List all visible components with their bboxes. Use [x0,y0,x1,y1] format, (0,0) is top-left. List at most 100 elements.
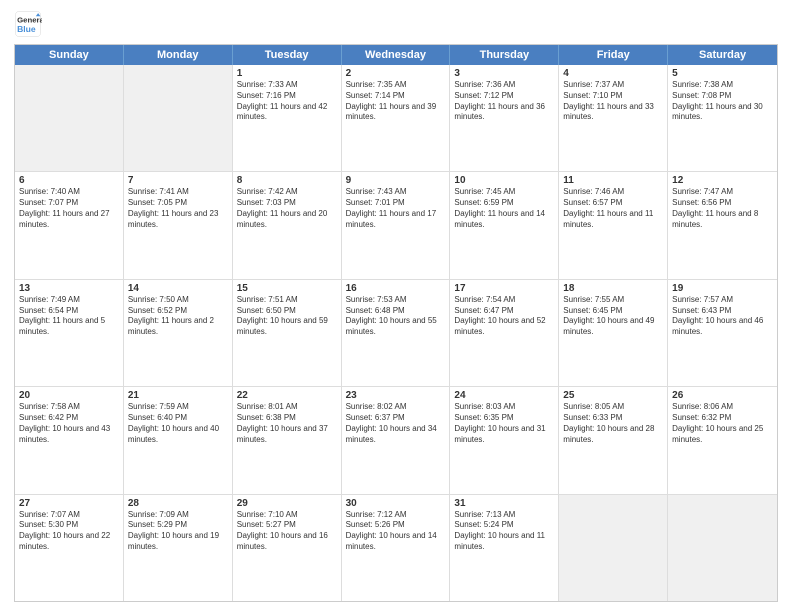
day-number: 3 [454,68,554,79]
header-cell-wednesday: Wednesday [342,45,451,65]
calendar-cell: 15Sunrise: 7:51 AMSunset: 6:50 PMDayligh… [233,280,342,386]
day-info: Sunrise: 7:12 AMSunset: 5:26 PMDaylight:… [346,510,446,553]
calendar-cell: 10Sunrise: 7:45 AMSunset: 6:59 PMDayligh… [450,172,559,278]
day-info: Sunrise: 7:41 AMSunset: 7:05 PMDaylight:… [128,187,228,230]
svg-text:Blue: Blue [17,24,36,34]
calendar-row: 6Sunrise: 7:40 AMSunset: 7:07 PMDaylight… [15,172,777,279]
header-cell-friday: Friday [559,45,668,65]
day-info: Sunrise: 7:38 AMSunset: 7:08 PMDaylight:… [672,80,773,123]
day-number: 12 [672,175,773,186]
day-info: Sunrise: 7:46 AMSunset: 6:57 PMDaylight:… [563,187,663,230]
day-info: Sunrise: 7:42 AMSunset: 7:03 PMDaylight:… [237,187,337,230]
day-info: Sunrise: 7:59 AMSunset: 6:40 PMDaylight:… [128,402,228,445]
day-number: 6 [19,175,119,186]
day-info: Sunrise: 7:53 AMSunset: 6:48 PMDaylight:… [346,295,446,338]
calendar-cell: 1Sunrise: 7:33 AMSunset: 7:16 PMDaylight… [233,65,342,171]
day-number: 10 [454,175,554,186]
calendar-row: 13Sunrise: 7:49 AMSunset: 6:54 PMDayligh… [15,280,777,387]
calendar-body: 1Sunrise: 7:33 AMSunset: 7:16 PMDaylight… [15,65,777,601]
day-number: 14 [128,283,228,294]
day-info: Sunrise: 8:03 AMSunset: 6:35 PMDaylight:… [454,402,554,445]
day-number: 18 [563,283,663,294]
calendar-cell: 18Sunrise: 7:55 AMSunset: 6:45 PMDayligh… [559,280,668,386]
calendar-cell: 26Sunrise: 8:06 AMSunset: 6:32 PMDayligh… [668,387,777,493]
day-info: Sunrise: 7:35 AMSunset: 7:14 PMDaylight:… [346,80,446,123]
calendar-cell: 4Sunrise: 7:37 AMSunset: 7:10 PMDaylight… [559,65,668,171]
day-number: 25 [563,390,663,401]
day-number: 30 [346,498,446,509]
day-info: Sunrise: 7:55 AMSunset: 6:45 PMDaylight:… [563,295,663,338]
calendar-cell: 30Sunrise: 7:12 AMSunset: 5:26 PMDayligh… [342,495,451,601]
day-number: 19 [672,283,773,294]
day-info: Sunrise: 7:37 AMSunset: 7:10 PMDaylight:… [563,80,663,123]
day-number: 20 [19,390,119,401]
calendar: SundayMondayTuesdayWednesdayThursdayFrid… [14,44,778,602]
day-info: Sunrise: 7:58 AMSunset: 6:42 PMDaylight:… [19,402,119,445]
day-info: Sunrise: 8:06 AMSunset: 6:32 PMDaylight:… [672,402,773,445]
day-info: Sunrise: 7:36 AMSunset: 7:12 PMDaylight:… [454,80,554,123]
day-number: 26 [672,390,773,401]
page: General Blue SundayMondayTuesdayWednesda… [0,0,792,612]
day-number: 28 [128,498,228,509]
day-number: 9 [346,175,446,186]
calendar-cell: 9Sunrise: 7:43 AMSunset: 7:01 PMDaylight… [342,172,451,278]
day-number: 27 [19,498,119,509]
day-number: 16 [346,283,446,294]
day-info: Sunrise: 7:33 AMSunset: 7:16 PMDaylight:… [237,80,337,123]
day-info: Sunrise: 7:50 AMSunset: 6:52 PMDaylight:… [128,295,228,338]
logo-icon: General Blue [14,10,42,38]
calendar-cell: 23Sunrise: 8:02 AMSunset: 6:37 PMDayligh… [342,387,451,493]
calendar-cell [124,65,233,171]
calendar-cell: 19Sunrise: 7:57 AMSunset: 6:43 PMDayligh… [668,280,777,386]
day-number: 15 [237,283,337,294]
calendar-cell: 5Sunrise: 7:38 AMSunset: 7:08 PMDaylight… [668,65,777,171]
day-number: 7 [128,175,228,186]
day-info: Sunrise: 7:54 AMSunset: 6:47 PMDaylight:… [454,295,554,338]
calendar-cell: 11Sunrise: 7:46 AMSunset: 6:57 PMDayligh… [559,172,668,278]
calendar-row: 1Sunrise: 7:33 AMSunset: 7:16 PMDaylight… [15,65,777,172]
calendar-cell: 21Sunrise: 7:59 AMSunset: 6:40 PMDayligh… [124,387,233,493]
day-number: 29 [237,498,337,509]
day-info: Sunrise: 8:01 AMSunset: 6:38 PMDaylight:… [237,402,337,445]
calendar-cell: 25Sunrise: 8:05 AMSunset: 6:33 PMDayligh… [559,387,668,493]
calendar-cell: 3Sunrise: 7:36 AMSunset: 7:12 PMDaylight… [450,65,559,171]
calendar-cell: 17Sunrise: 7:54 AMSunset: 6:47 PMDayligh… [450,280,559,386]
header: General Blue [14,10,778,38]
day-info: Sunrise: 7:07 AMSunset: 5:30 PMDaylight:… [19,510,119,553]
calendar-row: 20Sunrise: 7:58 AMSunset: 6:42 PMDayligh… [15,387,777,494]
day-number: 4 [563,68,663,79]
day-info: Sunrise: 8:05 AMSunset: 6:33 PMDaylight:… [563,402,663,445]
header-cell-monday: Monday [124,45,233,65]
calendar-cell: 7Sunrise: 7:41 AMSunset: 7:05 PMDaylight… [124,172,233,278]
calendar-row: 27Sunrise: 7:07 AMSunset: 5:30 PMDayligh… [15,495,777,601]
calendar-cell: 6Sunrise: 7:40 AMSunset: 7:07 PMDaylight… [15,172,124,278]
day-number: 13 [19,283,119,294]
day-info: Sunrise: 7:45 AMSunset: 6:59 PMDaylight:… [454,187,554,230]
calendar-cell: 16Sunrise: 7:53 AMSunset: 6:48 PMDayligh… [342,280,451,386]
day-info: Sunrise: 7:57 AMSunset: 6:43 PMDaylight:… [672,295,773,338]
day-info: Sunrise: 7:40 AMSunset: 7:07 PMDaylight:… [19,187,119,230]
calendar-cell: 31Sunrise: 7:13 AMSunset: 5:24 PMDayligh… [450,495,559,601]
day-info: Sunrise: 7:13 AMSunset: 5:24 PMDaylight:… [454,510,554,553]
header-cell-saturday: Saturday [668,45,777,65]
day-info: Sunrise: 7:49 AMSunset: 6:54 PMDaylight:… [19,295,119,338]
calendar-cell: 22Sunrise: 8:01 AMSunset: 6:38 PMDayligh… [233,387,342,493]
day-info: Sunrise: 7:43 AMSunset: 7:01 PMDaylight:… [346,187,446,230]
day-number: 24 [454,390,554,401]
calendar-cell: 29Sunrise: 7:10 AMSunset: 5:27 PMDayligh… [233,495,342,601]
header-cell-sunday: Sunday [15,45,124,65]
day-number: 31 [454,498,554,509]
day-info: Sunrise: 8:02 AMSunset: 6:37 PMDaylight:… [346,402,446,445]
day-info: Sunrise: 7:51 AMSunset: 6:50 PMDaylight:… [237,295,337,338]
day-number: 5 [672,68,773,79]
day-number: 23 [346,390,446,401]
day-info: Sunrise: 7:09 AMSunset: 5:29 PMDaylight:… [128,510,228,553]
day-info: Sunrise: 7:47 AMSunset: 6:56 PMDaylight:… [672,187,773,230]
calendar-cell [15,65,124,171]
day-info: Sunrise: 7:10 AMSunset: 5:27 PMDaylight:… [237,510,337,553]
header-cell-tuesday: Tuesday [233,45,342,65]
day-number: 2 [346,68,446,79]
day-number: 11 [563,175,663,186]
calendar-cell: 20Sunrise: 7:58 AMSunset: 6:42 PMDayligh… [15,387,124,493]
day-number: 21 [128,390,228,401]
